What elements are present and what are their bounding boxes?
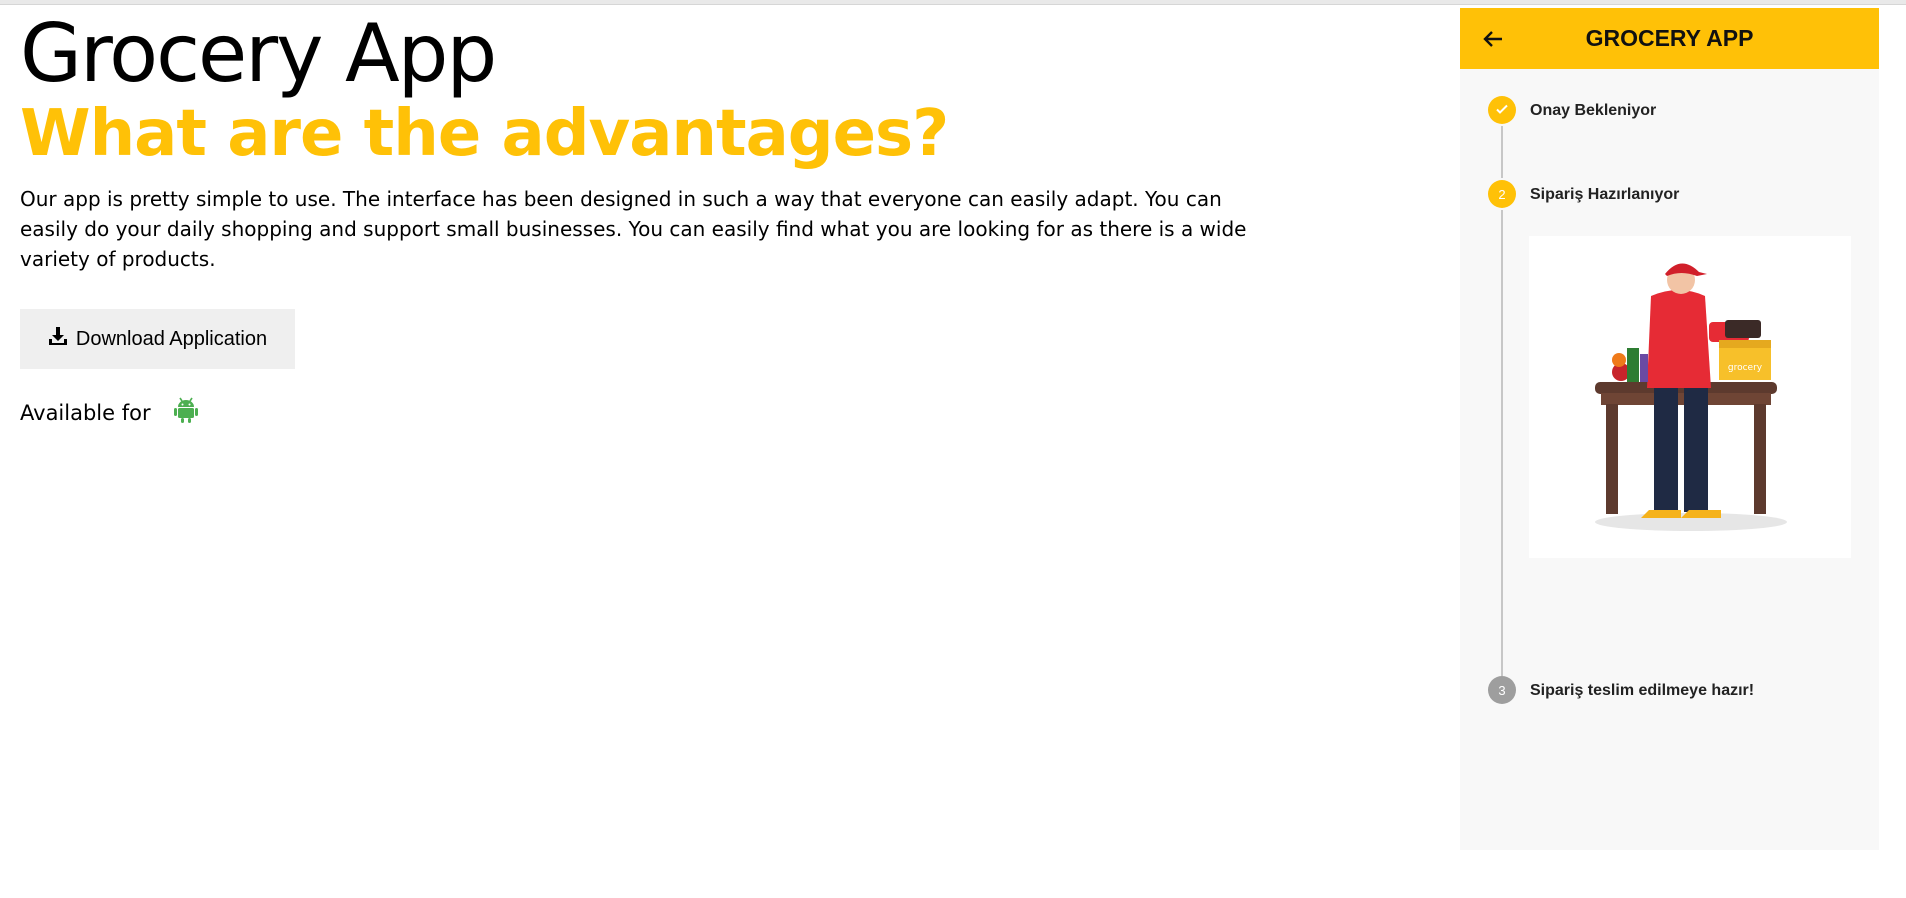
phone-mockup: GROCERY APP Onay Bekleniyor 2 Sipariş Ha…	[1460, 8, 1879, 850]
step-3-indicator: 3	[1488, 676, 1516, 704]
arrow-left-icon[interactable]	[1480, 26, 1506, 52]
hero-section: Grocery App What are the advantages? Our…	[20, 6, 1280, 425]
step-3-number: 3	[1498, 682, 1506, 698]
stepper-connector	[1501, 126, 1503, 178]
download-application-button[interactable]: Download Application	[20, 309, 295, 369]
page-title: Grocery App	[20, 7, 497, 100]
step-2-label[interactable]: Sipariş Hazırlanıyor	[1530, 186, 1679, 204]
available-for-label: Available for	[20, 400, 151, 425]
svg-text:grocery: grocery	[1728, 363, 1763, 373]
download-button-label: Download Application	[75, 327, 268, 350]
step-1-label[interactable]: Onay Bekleniyor	[1530, 102, 1656, 120]
android-icon[interactable]	[173, 396, 199, 429]
step-1-indicator	[1488, 96, 1516, 124]
app-bar-title: GROCERY APP	[1585, 25, 1754, 51]
check-icon	[1494, 101, 1510, 120]
advantages-heading: What are the advantages?	[20, 97, 949, 171]
download-icon	[48, 326, 68, 352]
step-3-label[interactable]: Sipariş teslim edilmeye hazır!	[1530, 682, 1754, 700]
step-2-number: 2	[1498, 186, 1506, 202]
available-platforms: Available for	[20, 396, 199, 429]
browser-top-border	[0, 0, 1906, 5]
description-text: Our app is pretty simple to use. The int…	[20, 187, 1247, 271]
stepper-connector	[1501, 210, 1503, 676]
step-2-indicator: 2	[1488, 180, 1516, 208]
order-preparing-illustration: grocery	[1529, 236, 1851, 558]
app-bar: GROCERY APP	[1460, 8, 1879, 69]
